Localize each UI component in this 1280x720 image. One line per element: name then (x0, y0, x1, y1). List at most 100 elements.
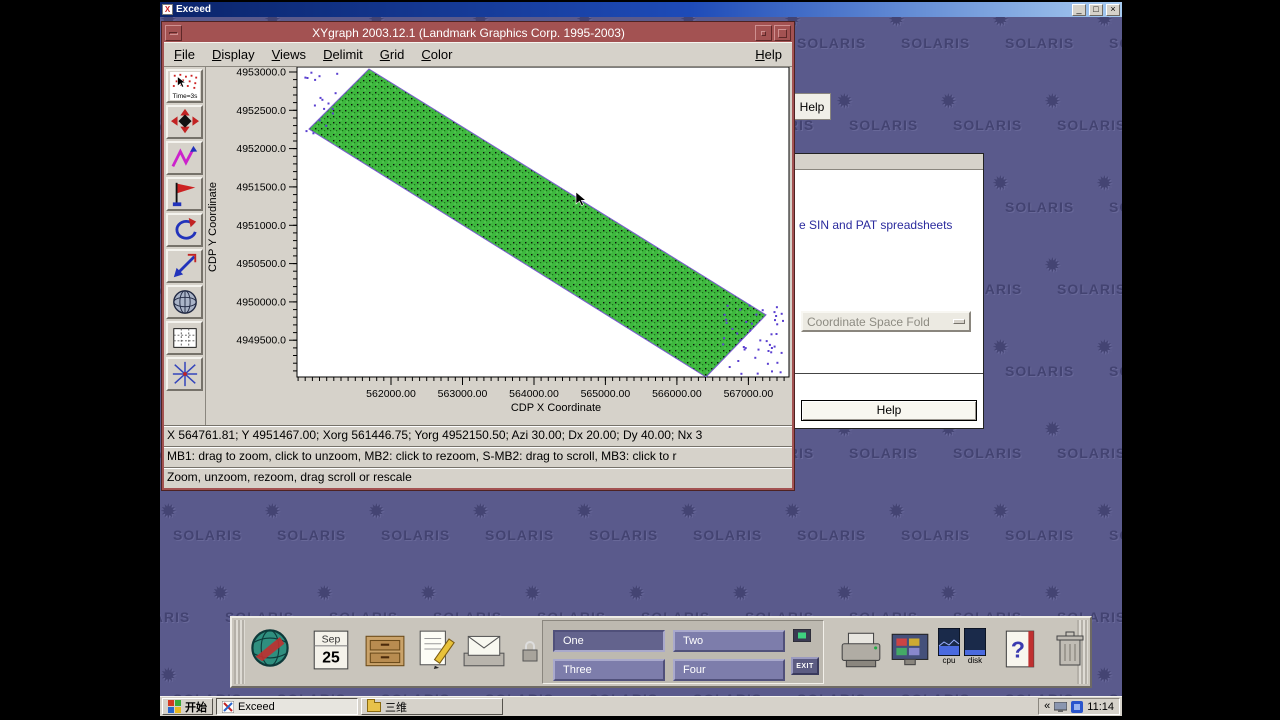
tool-zigzag-button[interactable] (166, 141, 203, 175)
menu-file[interactable]: File (174, 47, 195, 62)
solaris-logo: ✹ SOLARIS (992, 17, 1096, 79)
trash-can-icon (1056, 631, 1084, 666)
tool-grid-button[interactable] (166, 321, 203, 355)
text-editor-button[interactable] (416, 628, 458, 673)
svg-text:?: ? (1011, 636, 1025, 662)
solaris-sun-icon: ✹ (732, 583, 749, 605)
display-tray-icon[interactable] (1054, 701, 1068, 712)
solaris-logo-text: SOLARIS (1005, 363, 1075, 379)
file-drawer-icon (365, 635, 405, 667)
menu-views[interactable]: Views (272, 47, 306, 62)
globe-web-icon (251, 629, 289, 667)
taskbar-task-exceed[interactable]: Exceed (216, 698, 358, 715)
solaris-logo-text: SOLARIS (589, 527, 659, 543)
solaris-logo: ✹ SOLARIS (784, 489, 888, 571)
windows-taskbar: 开始 Exceed 三维 « 11:14 (160, 696, 1122, 716)
web-browser-button[interactable] (248, 626, 292, 673)
time-button-label: Time=3s (172, 93, 198, 100)
task-label: Exceed (238, 700, 275, 713)
exit-button[interactable]: EXIT (791, 657, 819, 675)
workspace-three-button[interactable]: Three (553, 659, 665, 681)
solaris-logo: ✹ SOLARIS (1044, 243, 1122, 325)
calendar-button[interactable]: Sep 25 (312, 628, 350, 675)
exceed-titlebar[interactable]: X Exceed _ □ × (160, 2, 1122, 17)
tool-time-picking-button[interactable]: Time=3s (166, 69, 203, 103)
cpu-meter-label: cpu (942, 656, 956, 665)
dialog-note-text: e SIN and PAT spreadsheets (799, 218, 953, 232)
close-button[interactable]: × (1106, 3, 1120, 16)
workspace-two-button[interactable]: Two (673, 630, 785, 652)
solaris-logo: ✹ SOLARIS (836, 79, 940, 161)
window-menu-button[interactable] (165, 25, 182, 41)
start-button[interactable]: 开始 (162, 698, 213, 715)
workspace-four-button[interactable]: Four (673, 659, 785, 681)
solaris-logo: ✹ SOLARIS (680, 489, 784, 571)
tool-rotate-button[interactable] (166, 213, 203, 247)
xy-plot[interactable]: 562000.00 563000.00 564000.00 565000.00 5660… (206, 67, 792, 425)
disk-meter-label: disk (967, 656, 983, 665)
minimize-button[interactable] (755, 25, 772, 41)
maximize-button[interactable]: □ (1089, 3, 1103, 16)
hidden-window-help-menu[interactable]: Help (793, 93, 831, 120)
mode-status-bar: Zoom, unzoom, rezoom, drag scroll or res… (164, 467, 792, 488)
solaris-logo-text: SOLARIS (1057, 281, 1122, 297)
mail-button[interactable] (462, 628, 506, 673)
dropdown-label: Coordinate Space Fold (807, 314, 930, 329)
solaris-sun-icon: ✹ (992, 17, 1009, 31)
tool-globe-button[interactable] (166, 285, 203, 319)
tool-star-button[interactable] (166, 357, 203, 391)
menu-delimit[interactable]: Delimit (323, 47, 363, 62)
printer-button[interactable] (838, 628, 884, 675)
tray-collapse-button[interactable]: « (1044, 699, 1050, 714)
menu-help[interactable]: Help (755, 47, 782, 62)
star-center-dot (182, 372, 187, 376)
xygraph-titlebar[interactable]: XYgraph 2003.12.1 (Landmark Graphics Cor… (164, 24, 792, 42)
solaris-logo-text: SOLARIS (1057, 445, 1122, 461)
tool-rescale-button[interactable] (166, 249, 203, 283)
solaris-sun-icon: ✹ (888, 501, 905, 523)
solaris-logo-text: SOLARIS (173, 527, 243, 543)
dialog-help-button[interactable]: Help (801, 400, 977, 421)
solaris-logo: ✹ SOLARIS (472, 489, 576, 571)
style-manager-button[interactable] (888, 630, 932, 673)
pan-arrows-icon (170, 108, 199, 134)
panel-left-handle[interactable] (234, 620, 245, 684)
system-tray: « 11:14 (1038, 698, 1120, 715)
dialog-titlebar[interactable] (795, 154, 983, 170)
solaris-logo: ✹ SOLARIS (1044, 79, 1122, 161)
coordinate-space-fold-dropdown[interactable]: Coordinate Space Fold (801, 311, 971, 332)
help-manager-button[interactable]: ? (1000, 628, 1040, 673)
file-manager-button[interactable] (364, 630, 406, 675)
solaris-logo-text: SOLARIS (849, 117, 919, 133)
maximize-button[interactable] (774, 25, 791, 41)
busy-light (792, 628, 812, 647)
solaris-logo-text: SOLARIS (849, 445, 919, 461)
screen-lock-button[interactable] (520, 640, 540, 664)
menu-grid[interactable]: Grid (380, 47, 405, 62)
taskbar-task-folder[interactable]: 三维 (361, 698, 503, 715)
tool-pan-button[interactable] (166, 105, 203, 139)
xygraph-menubar: File Display Views Delimit Grid Color Help (164, 42, 792, 67)
solaris-sun-icon: ✹ (992, 501, 1009, 523)
menu-display[interactable]: Display (212, 47, 255, 62)
xygraph-title: XYgraph 2003.12.1 (Landmark Graphics Cor… (312, 26, 625, 40)
solaris-logo-text: SOLARIS (1005, 35, 1075, 51)
solaris-sun-icon: ✹ (1096, 337, 1113, 359)
workspace-one-button[interactable]: One (553, 630, 665, 652)
solaris-sun-icon: ✹ (784, 501, 801, 523)
input-method-icon[interactable] (1071, 700, 1084, 713)
solaris-logo-text: SOLARIS (381, 527, 451, 543)
solaris-logo: ✹ SOLARIS (992, 489, 1096, 571)
y-tick-label: 4951000.0 (236, 220, 286, 232)
cde-front-panel: Sep 25 One Two Three Four EXIT cpu disk … (230, 616, 1092, 688)
solaris-logo-text: SOLARIS (1109, 35, 1122, 51)
performance-meter[interactable]: cpu disk (938, 628, 986, 665)
x-tick-label: 563000.00 (438, 388, 488, 400)
solaris-sun-icon: ✹ (888, 17, 905, 31)
minimize-button[interactable]: _ (1072, 3, 1086, 16)
folder-icon (367, 699, 381, 712)
tool-flag-button[interactable] (166, 177, 203, 211)
menu-color[interactable]: Color (421, 47, 452, 62)
trash-button[interactable] (1050, 628, 1090, 673)
clock: 11:14 (1087, 700, 1114, 713)
